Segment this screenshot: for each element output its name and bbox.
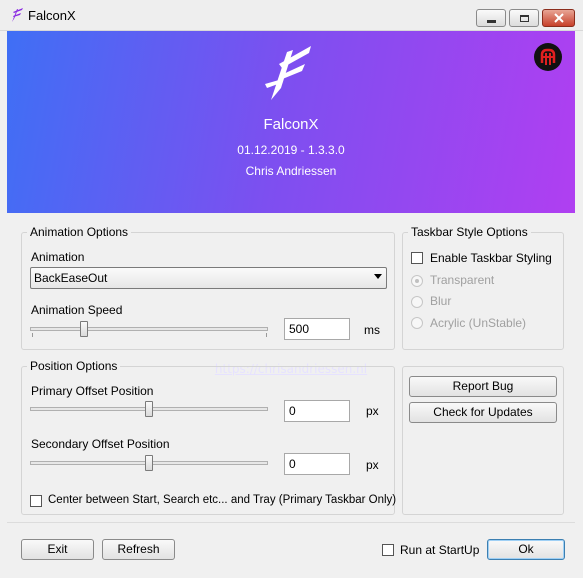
refresh-button[interactable]: Refresh: [102, 539, 175, 560]
blur-radio[interactable]: [411, 296, 423, 308]
minimize-button[interactable]: [476, 9, 506, 27]
falcon-logo-icon: [265, 46, 311, 100]
maximize-icon: [519, 14, 529, 22]
primary-offset-slider-thumb[interactable]: [145, 401, 153, 417]
slider-tick: [266, 333, 267, 337]
animation-speed-input[interactable]: 500: [284, 318, 350, 340]
close-button[interactable]: [542, 9, 575, 27]
footer-separator: [7, 522, 575, 523]
secondary-offset-label: Secondary Offset Position: [31, 437, 170, 451]
animation-options-title: Animation Options: [27, 225, 132, 239]
enable-taskbar-styling-checkbox[interactable]: [411, 252, 423, 264]
blur-label[interactable]: Blur: [430, 294, 451, 308]
run-at-startup-checkbox[interactable]: [382, 544, 394, 556]
taskbar-style-group: [402, 232, 564, 350]
slider-tick: [32, 333, 33, 337]
secondary-offset-unit: px: [366, 458, 379, 472]
animation-speed-label: Animation Speed: [31, 303, 123, 317]
primary-offset-input[interactable]: 0: [284, 400, 350, 422]
animation-speed-slider[interactable]: [30, 327, 268, 331]
exit-button[interactable]: Exit: [21, 539, 94, 560]
author-badge-glyph: [540, 48, 556, 65]
acrylic-radio[interactable]: [411, 317, 423, 329]
secondary-offset-slider-thumb[interactable]: [145, 455, 153, 471]
run-at-startup-label[interactable]: Run at StartUp: [400, 543, 479, 557]
taskbar-style-title: Taskbar Style Options: [408, 225, 531, 239]
minimize-icon: [486, 19, 496, 23]
animation-speed-unit: ms: [364, 323, 380, 337]
ok-button[interactable]: Ok: [487, 539, 565, 560]
report-bug-button[interactable]: Report Bug: [409, 376, 557, 397]
animation-select[interactable]: BackEaseOut: [30, 267, 387, 289]
maximize-button[interactable]: [509, 9, 539, 27]
author-label: Chris Andriessen: [245, 164, 337, 178]
check-updates-button[interactable]: Check for Updates: [409, 402, 557, 423]
version-label: 01.12.2019 - 1.3.3.0: [237, 143, 345, 157]
animation-label: Animation: [31, 250, 85, 264]
close-icon: [553, 13, 564, 23]
window-title: FalconX: [28, 8, 76, 23]
position-options-title: Position Options: [27, 359, 121, 373]
secondary-offset-input[interactable]: 0: [284, 453, 350, 475]
acrylic-label[interactable]: Acrylic (UnStable): [430, 316, 526, 330]
author-badge-icon[interactable]: [534, 43, 562, 71]
transparent-radio[interactable]: [411, 275, 423, 287]
chevron-down-icon: [374, 274, 382, 279]
center-taskbar-checkbox[interactable]: [30, 495, 42, 507]
animation-speed-slider-thumb[interactable]: [80, 321, 88, 337]
app-name: FalconX: [263, 116, 319, 133]
transparent-label[interactable]: Transparent: [430, 273, 494, 287]
falcon-app-icon: [12, 8, 23, 22]
primary-offset-label: Primary Offset Position: [31, 384, 154, 398]
enable-taskbar-styling-label[interactable]: Enable Taskbar Styling: [430, 251, 552, 265]
primary-offset-unit: px: [366, 404, 379, 418]
animation-select-value: BackEaseOut: [34, 271, 108, 285]
center-taskbar-label[interactable]: Center between Start, Search etc... and …: [48, 494, 396, 506]
